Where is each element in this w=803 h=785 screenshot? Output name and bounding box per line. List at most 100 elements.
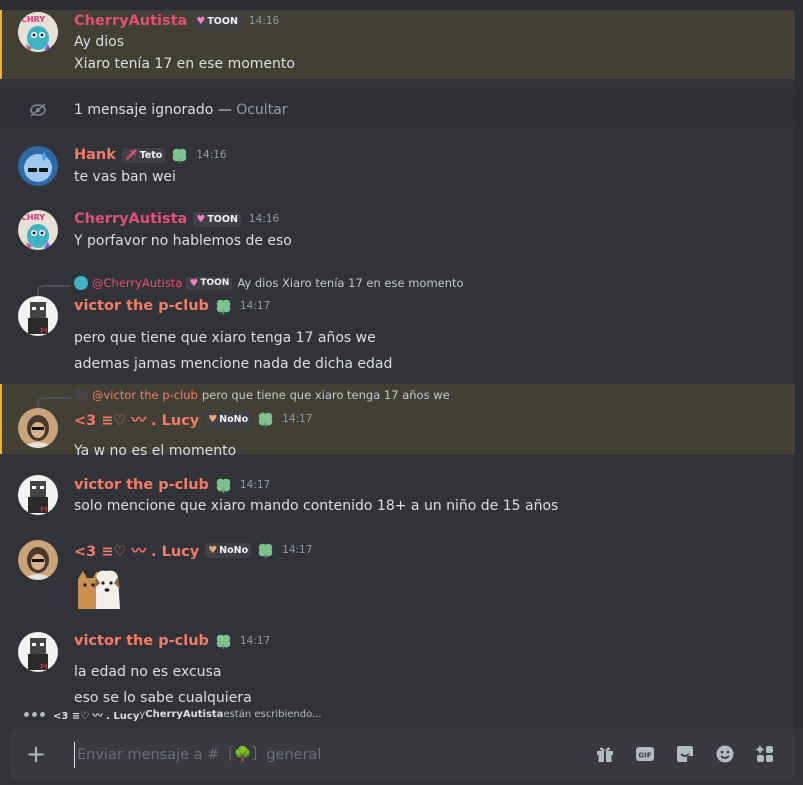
server-tag-label: Teto [139,149,163,161]
server-tag-label: TOON [207,213,238,225]
typing-indicator: <3 ≡♡ 〰 . Lucy y CherryAutista están esc… [24,705,322,723]
reply-text: Ay dios Xiaro tenía 17 en ese momento [237,276,464,290]
author-name[interactable]: victor the p-club [74,633,209,649]
reply-server-tag-label: TOON [200,278,230,288]
timestamp[interactable]: 14:16 [249,15,279,27]
svg-text:CHRY: CHRY [21,15,45,24]
server-tag-label: NoNo [219,413,249,425]
message-victor-3[interactable]: PI victor the p-club 14:17 la edad no es… [0,631,795,711]
svg-text:CHRY: CHRY [21,213,45,222]
message-header: victor the p-club 14:17 [74,631,270,651]
svg-text:PI: PI [40,506,48,514]
server-tag[interactable]: ♥ TOON [193,211,241,227]
author-name[interactable]: CherryAutista [74,211,187,227]
cherry-avatar[interactable]: CHRY [18,210,58,250]
emoji-icon[interactable] [714,743,736,765]
author-name[interactable]: Hank [74,147,116,163]
message-cherry-2[interactable]: CHRY CherryAutista ♥ TOON 14:16 Y porfavo… [0,209,795,257]
victor-avatar[interactable]: PI [18,296,58,336]
server-tag-label: NoNo [219,544,249,556]
message-text: Ay dios [74,34,124,50]
victor-avatar[interactable]: PI [18,632,58,672]
author-name[interactable]: victor the p-club [74,298,209,314]
message-header: Hank 🗡 Teto 14:16 [74,145,227,165]
svg-text:PI: PI [40,663,48,671]
message-text: solo mencione que xiaro mando contenido … [74,498,559,514]
message-list[interactable]: CHRY CherryAutista ♥ TOON 14:16 Ay dios X… [0,10,803,720]
svg-text:PI: PI [40,327,48,335]
message-input[interactable] [74,742,579,768]
hank-avatar[interactable] [18,146,58,186]
timestamp[interactable]: 14:17 [282,544,312,556]
message-victor-2[interactable]: PI victor the p-club 14:17 solo mencione… [0,474,795,522]
author-name[interactable]: victor the p-club [74,477,209,493]
reply-preview[interactable]: @CherryAutista ♥ TOON Ay dios Xiaro tenía… [74,275,464,291]
message-text: pero que tiene que xiaro tenga 17 años w… [74,330,376,346]
reply-server-tag: ♥ TOON [186,276,233,290]
sticker-icon[interactable] [674,743,696,765]
message-composer: + GIF [10,728,795,780]
cat-and-dog-sticker[interactable] [74,563,122,611]
timestamp[interactable]: 14:17 [282,413,312,425]
server-tag[interactable]: ♥ TOON [193,13,241,29]
clover-badge-icon[interactable] [215,477,232,494]
reply-text: pero que tiene que xiaro tenga 17 años w… [201,388,450,402]
hide-link[interactable]: Ocultar [236,102,287,118]
clover-badge-icon[interactable] [257,411,274,428]
clover-badge-icon[interactable] [257,542,274,559]
attach-plus-icon[interactable]: + [24,742,48,766]
typing-user[interactable]: CherryAutista [145,709,223,720]
timestamp[interactable]: 14:17 [240,300,270,312]
message-header: CherryAutista ♥ TOON 14:16 [74,209,279,229]
clover-badge-icon[interactable] [171,147,188,164]
apps-icon[interactable] [754,743,776,765]
typing-suffix: están escribiendo... [223,708,322,720]
message-text: Ya w no es el momento [74,443,237,459]
timestamp[interactable]: 14:17 [240,635,270,647]
message-text: la edad no es excusa [74,664,222,680]
clover-badge-icon[interactable] [215,633,232,650]
timestamp[interactable]: 14:17 [240,479,270,491]
cherry-avatar[interactable]: CHRY [18,12,58,52]
message-text: te vas ban wei [74,169,176,185]
message-header: CherryAutista ♥ TOON 14:16 [74,11,279,31]
reply-preview[interactable]: @victor the p-club pero que tiene que xi… [74,387,450,403]
ignored-message-bar: 1 mensaje ignorado — Ocultar [0,94,795,126]
gift-icon[interactable] [594,743,616,765]
server-tag[interactable]: ♥ NoNo [205,411,252,427]
message-header: <3 ≡♡ 〰 . Lucy ♥ NoNo 14:17 [74,409,312,429]
typing-dots-icon [24,711,45,717]
message-lucy-2[interactable]: <3 ≡♡ 〰 . Lucy ♥ NoNo 14:17 [0,539,795,619]
message-victor-1[interactable]: @CherryAutista ♥ TOON Ay dios Xiaro tenía… [0,273,795,372]
author-name[interactable]: <3 ≡♡ 〰 . Lucy [74,409,199,430]
reply-author[interactable]: @victor the p-club [92,388,198,402]
timestamp[interactable]: 14:16 [196,149,226,161]
reply-avatar [74,388,88,402]
gif-icon[interactable]: GIF [634,743,656,765]
message-header: victor the p-club 14:17 [74,475,270,495]
typing-user[interactable]: <3 ≡♡ 〰 . Lucy [53,707,139,722]
lucy-avatar[interactable] [18,408,58,448]
author-name[interactable]: <3 ≡♡ 〰 . Lucy [74,540,199,561]
lucy-avatar[interactable] [18,540,58,580]
message-header: <3 ≡♡ 〰 . Lucy ♥ NoNo 14:17 [74,540,312,560]
reply-avatar [74,276,88,290]
author-name[interactable]: CherryAutista [74,13,187,29]
server-tag-label: TOON [207,15,238,27]
reply-author[interactable]: @CherryAutista [92,276,182,290]
message-header: victor the p-club 14:17 [74,296,270,316]
server-tag[interactable]: 🗡 Teto [121,147,166,163]
victor-avatar[interactable]: PI [18,475,58,515]
scrollbar[interactable] [795,10,803,728]
timestamp[interactable]: 14:16 [249,213,279,225]
server-tag[interactable]: ♥ NoNo [205,542,252,558]
reply-spine [37,397,71,409]
message-text: Xiaro tenía 17 en ese momento [74,56,295,72]
reply-spine [37,285,71,297]
message-text: Y porfavor no hablemos de eso [74,233,292,249]
message-hank[interactable]: Hank 🗡 Teto 14:16 te vas ban wei [0,145,795,193]
message-lucy-1[interactable]: @victor the p-club pero que tiene que xi… [0,384,795,459]
message-cherry-1[interactable]: CHRY CherryAutista ♥ TOON 14:16 Ay dios X… [0,10,795,79]
ignored-label: 1 mensaje ignorado — [74,102,237,118]
clover-badge-icon[interactable] [215,298,232,315]
